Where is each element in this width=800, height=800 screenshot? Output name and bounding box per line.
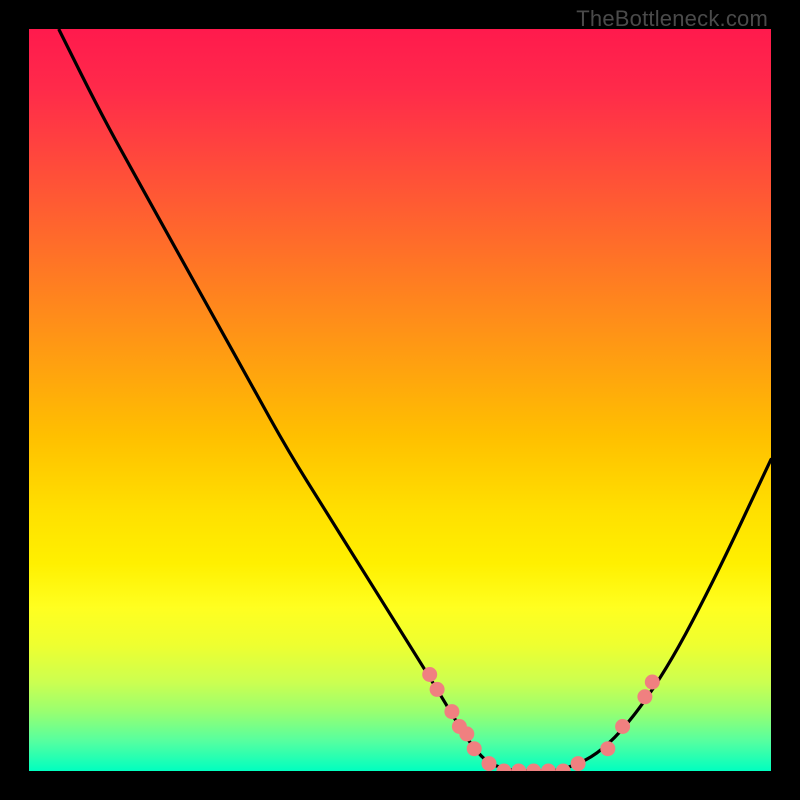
data-point [511, 764, 526, 772]
data-point [430, 682, 445, 697]
data-point [444, 704, 459, 719]
data-point [422, 667, 437, 682]
data-points-group [422, 667, 660, 771]
data-point [645, 675, 660, 690]
data-point [615, 719, 630, 734]
data-point [556, 764, 571, 772]
data-point [482, 756, 497, 771]
data-point [571, 756, 586, 771]
data-point [600, 741, 615, 756]
data-point [496, 764, 511, 772]
data-point [637, 689, 652, 704]
chart-svg [29, 29, 771, 771]
data-point [467, 741, 482, 756]
chart-frame: TheBottleneck.com [0, 0, 800, 800]
chart-plot-area [29, 29, 771, 771]
bottleneck-curve [59, 29, 771, 771]
watermark-text: TheBottleneck.com [576, 6, 768, 32]
data-point [459, 726, 474, 741]
data-point [526, 764, 541, 772]
data-point [541, 764, 556, 772]
